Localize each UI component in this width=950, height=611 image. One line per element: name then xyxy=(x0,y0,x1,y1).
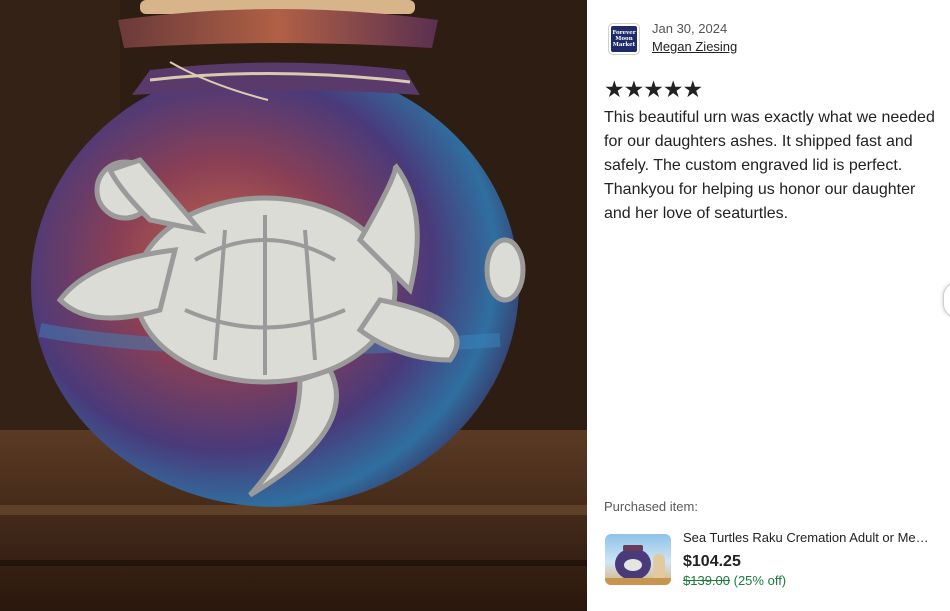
review-date: Jan 30, 2024 xyxy=(652,21,728,36)
purchased-item-label: Purchased item: xyxy=(604,499,698,514)
star-icon: ★★★★★ xyxy=(604,76,703,102)
original-price: $139.00 xyxy=(683,573,730,588)
star-rating: ★★★★★ xyxy=(604,76,703,102)
purchased-item-title-link[interactable]: Sea Turtles Raku Cremation Adult or Me… xyxy=(683,530,947,545)
sale-price: $104.25 xyxy=(683,553,741,570)
avatar-logo-text: Forever Moon Market xyxy=(612,30,636,48)
review-panel: Forever Moon Market Jan 30, 2024 Megan Z… xyxy=(587,0,950,611)
discount-percent: (25% off) xyxy=(733,573,787,588)
reviewer-name-link[interactable]: Megan Ziesing xyxy=(652,39,737,54)
reviewer-avatar[interactable]: Forever Moon Market xyxy=(609,24,639,54)
purchased-item-thumbnail[interactable] xyxy=(605,534,671,585)
price-discount-row: $139.00 (25% off) xyxy=(683,573,786,588)
chevron-right-icon[interactable] xyxy=(943,282,950,318)
review-photo[interactable] xyxy=(0,0,587,611)
urn-photo-illustration xyxy=(0,0,587,611)
review-text: This beautiful urn was exactly what we n… xyxy=(604,109,935,222)
urn-thumbnail-icon xyxy=(605,545,671,585)
